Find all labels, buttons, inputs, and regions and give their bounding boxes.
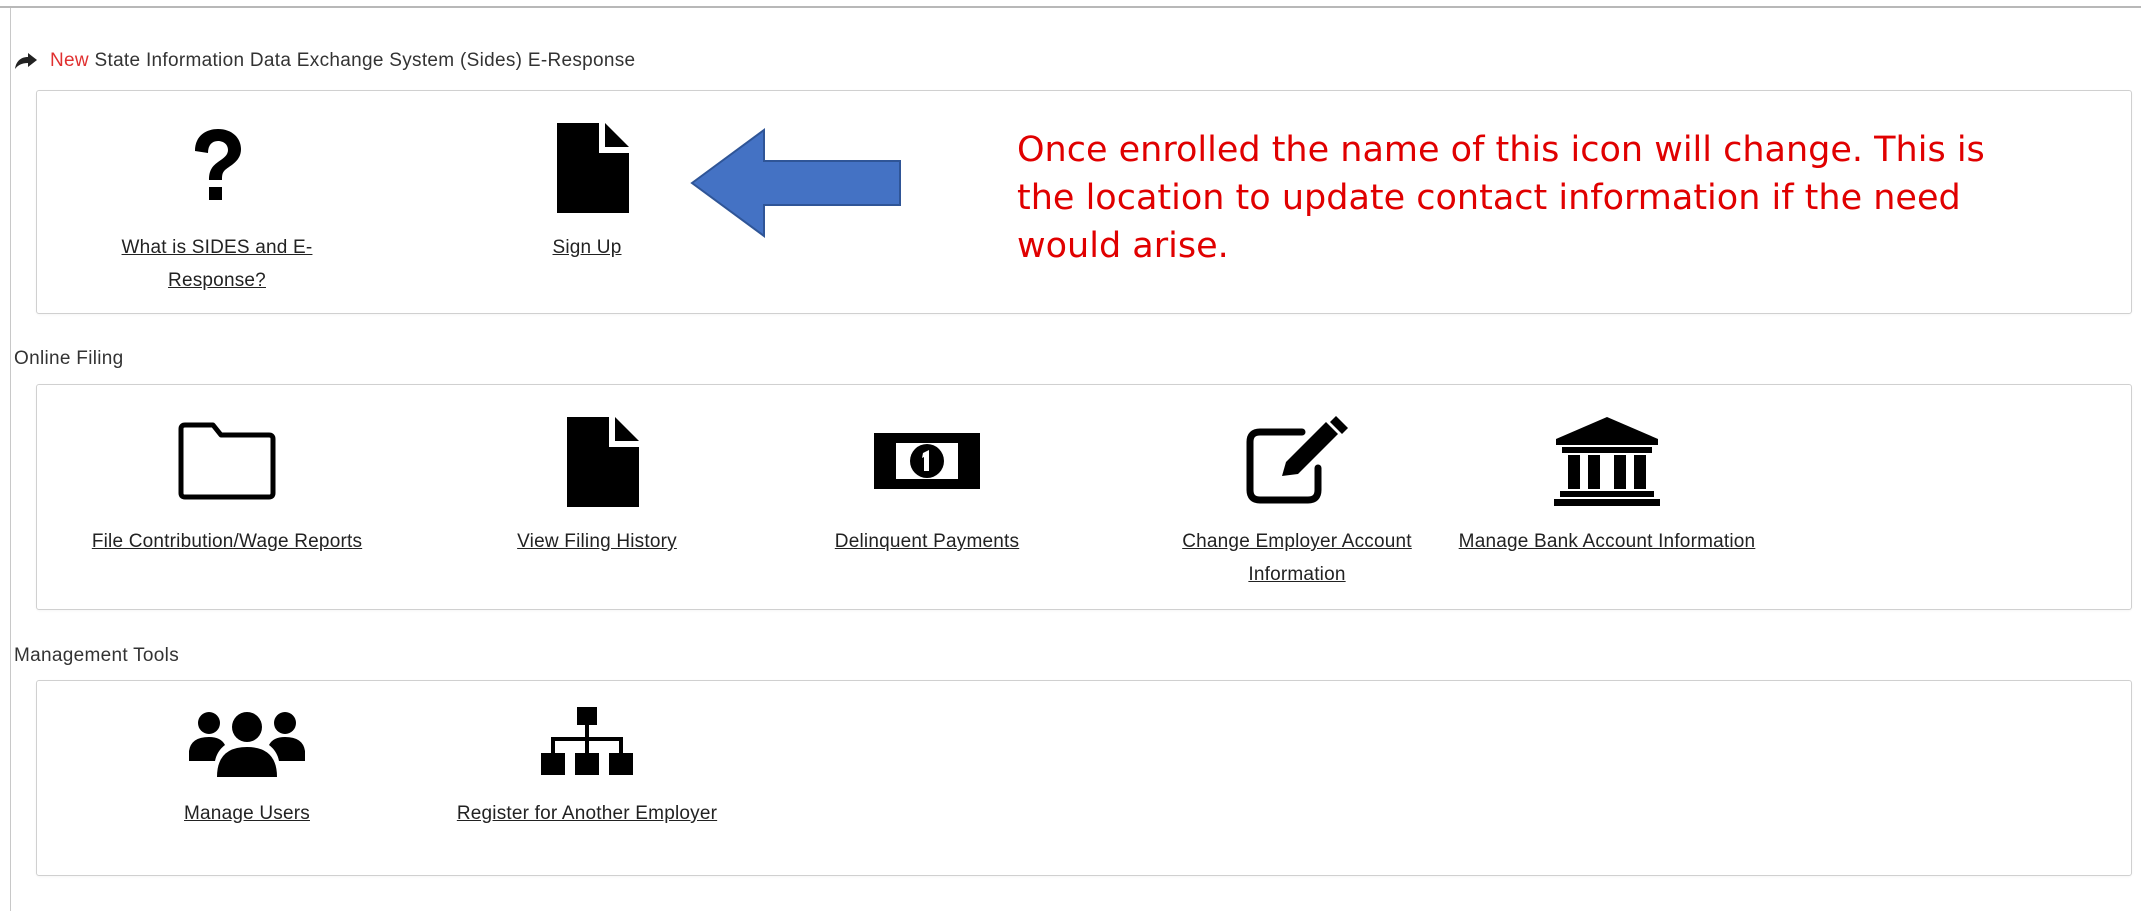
tile-manage-users-label[interactable]: Manage Users — [184, 797, 310, 830]
sitemap-icon — [539, 703, 635, 783]
annotation-text: Once enrolled the name of this icon will… — [1017, 130, 1985, 266]
online-filing-panel: File Contribution/Wage Reports View Fili… — [36, 384, 2132, 610]
left-divider — [10, 8, 11, 911]
tile-manage-bank-account-label[interactable]: Manage Bank Account Information — [1459, 525, 1756, 558]
share-arrow-icon — [15, 53, 37, 69]
blue-arrow-icon — [690, 128, 901, 238]
page-frame: New State Information Data Exchange Syst… — [0, 0, 2141, 911]
tile-register-another-employer[interactable]: Register for Another Employer — [437, 703, 737, 830]
document-icon — [539, 117, 635, 217]
users-icon — [187, 703, 307, 783]
sides-title-text: State Information Data Exchange System (… — [94, 50, 636, 71]
management-tools-title: Management Tools — [14, 645, 179, 666]
money-icon — [872, 411, 982, 511]
new-badge: New — [50, 50, 89, 71]
tile-delinquent-payments-label[interactable]: Delinquent Payments — [835, 525, 1019, 558]
tile-register-another-employer-label[interactable]: Register for Another Employer — [457, 797, 717, 830]
tile-view-filing-history[interactable]: View Filing History — [447, 411, 747, 558]
tile-file-contribution-label[interactable]: File Contribution/Wage Reports — [92, 525, 362, 558]
tile-what-is-sides-label[interactable]: What is SIDES and E-Response? — [77, 231, 357, 297]
tile-change-employer-account-label[interactable]: Change Employer Account Information — [1147, 525, 1447, 591]
tile-what-is-sides[interactable]: What is SIDES and E-Response? — [77, 117, 357, 297]
management-tools-panel: Manage Users Register for Another Employ… — [36, 680, 2132, 876]
folder-icon — [175, 411, 279, 511]
tile-change-employer-account[interactable]: Change Employer Account Information — [1147, 411, 1447, 591]
tile-file-contribution[interactable]: File Contribution/Wage Reports — [77, 411, 377, 558]
online-filing-title: Online Filing — [14, 348, 124, 369]
tile-delinquent-payments[interactable]: Delinquent Payments — [777, 411, 1077, 558]
top-divider — [0, 6, 2141, 8]
tile-manage-users[interactable]: Manage Users — [97, 703, 397, 830]
document-icon — [549, 411, 645, 511]
bank-icon — [1552, 411, 1662, 511]
tile-sign-up-label[interactable]: Sign Up — [553, 231, 622, 264]
edit-icon — [1242, 411, 1352, 511]
tile-sign-up[interactable]: Sign Up — [477, 117, 697, 264]
tile-view-filing-history-label[interactable]: View Filing History — [517, 525, 677, 558]
tile-manage-bank-account[interactable]: Manage Bank Account Information — [1457, 411, 1757, 558]
sides-section-title: New State Information Data Exchange Syst… — [14, 50, 635, 72]
question-icon — [187, 117, 247, 217]
